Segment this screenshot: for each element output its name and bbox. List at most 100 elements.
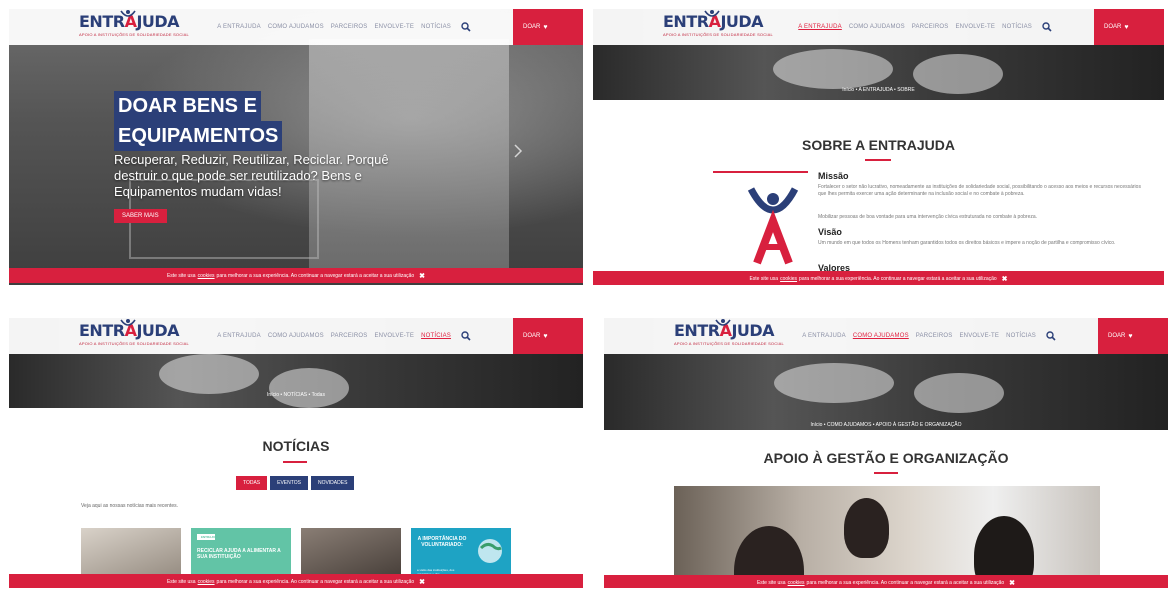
- donate-button[interactable]: DOAR ♥: [1098, 318, 1168, 354]
- hero-title: DOAR BENS E EQUIPAMENTOS: [114, 91, 283, 151]
- breadcrumb-current: SOBRE: [897, 87, 915, 93]
- nav-item-parceiros[interactable]: PARCEIROS: [912, 24, 949, 30]
- site-logo[interactable]: ENTRAJUDA APOIO A INSTITUIÇÕES DE SOLIDA…: [79, 10, 189, 43]
- search-icon[interactable]: [461, 331, 471, 341]
- cookie-suffix: para melhorar a sua experiência. Ao cont…: [216, 272, 415, 279]
- missao-text-2: Mobilizar pessoas de boa vontade para um…: [818, 214, 1038, 220]
- cookie-link[interactable]: cookies: [780, 276, 797, 282]
- site-logo[interactable]: ENTRAJUDA APOIO A INSTITUIÇÕES DE SOLIDA…: [674, 319, 784, 352]
- nav-item-noticias[interactable]: NOTÍCIAS: [421, 24, 451, 30]
- main-nav: A ENTRAJUDA COMO AJUDAMOS PARCEIROS ENVO…: [802, 318, 1056, 354]
- visao-heading: Visão: [818, 227, 842, 237]
- nav-item-como-ajudamos[interactable]: COMO AJUDAMOS: [268, 24, 324, 30]
- search-icon[interactable]: [1042, 22, 1052, 32]
- logo-tagline: APOIO A INSTITUIÇÕES DE SOLIDARIEDADE SO…: [663, 32, 773, 37]
- logo-figure-icon: [120, 319, 136, 326]
- entrajuda-figure-icon: [747, 187, 799, 265]
- close-icon[interactable]: ✖: [419, 578, 425, 586]
- globe-icon: [478, 539, 502, 563]
- nav-item-envolve-te[interactable]: ENVOLVE-TE: [374, 333, 414, 339]
- banner-blob: [269, 368, 349, 408]
- breadcrumb-section[interactable]: COMO AJUDAMOS: [827, 422, 871, 428]
- news-intro: Veja aqui as nossas notícias mais recent…: [81, 503, 178, 509]
- donate-button[interactable]: DOAR ♥: [1094, 9, 1164, 45]
- breadcrumb-section[interactable]: A ENTRAJUDA: [858, 87, 892, 93]
- cookie-suffix: para melhorar a sua experiência. Ao cont…: [806, 579, 1005, 586]
- missao-heading: Missão: [818, 171, 849, 181]
- cookie-prefix: Este site usa: [756, 579, 786, 586]
- heart-icon: ♥: [1124, 23, 1129, 31]
- nav-item-envolve-te[interactable]: ENVOLVE-TE: [959, 333, 999, 339]
- nav-item-entrajuda[interactable]: A ENTRAJUDA: [217, 24, 261, 30]
- tab-novidades[interactable]: NOVIDADES: [310, 476, 355, 490]
- nav-item-como-ajudamos[interactable]: COMO AJUDAMOS: [849, 24, 905, 30]
- nav-item-noticias[interactable]: NOTÍCIAS: [1002, 24, 1032, 30]
- nav-item-entrajuda[interactable]: A ENTRAJUDA: [217, 333, 261, 339]
- photo-person: [844, 498, 889, 558]
- donate-label: DOAR: [1108, 333, 1126, 339]
- logo-figure-icon: [120, 10, 136, 17]
- donate-label: DOAR: [523, 333, 541, 339]
- logo-tagline: APOIO A INSTITUIÇÕES DE SOLIDARIEDADE SO…: [674, 341, 784, 346]
- search-icon[interactable]: [461, 22, 471, 32]
- tab-todas[interactable]: TODAS: [236, 476, 268, 490]
- page-title: APOIO À GESTÃO E ORGANIZAÇÃO: [763, 450, 1009, 466]
- nav-item-entrajuda[interactable]: A ENTRAJUDA: [798, 24, 842, 30]
- nav-item-como-ajudamos[interactable]: COMO AJUDAMOS: [853, 333, 909, 339]
- chevron-right-icon[interactable]: [513, 144, 523, 158]
- nav-item-envolve-te[interactable]: ENVOLVE-TE: [955, 24, 995, 30]
- close-icon[interactable]: ✖: [1002, 275, 1008, 283]
- donate-button[interactable]: DOAR ♥: [513, 318, 583, 354]
- banner-blob: [159, 354, 259, 394]
- hero-text: Recuperar, Reduzir, Reutilizar, Reciclar…: [114, 152, 389, 199]
- panel-apoio-gestao: ENTRAJUDA APOIO A INSTITUIÇÕES DE SOLIDA…: [604, 318, 1168, 588]
- nav-item-entrajuda[interactable]: A ENTRAJUDA: [802, 333, 846, 339]
- breadcrumb-home[interactable]: Início: [810, 422, 822, 428]
- card-title: RECICLAR AJUDA A ALIMENTAR A SUA INSTITU…: [197, 548, 281, 560]
- cookie-link[interactable]: cookies: [198, 579, 215, 585]
- search-icon[interactable]: [1046, 331, 1056, 341]
- panel-noticias: ENTRAJUDA APOIO A INSTITUIÇÕES DE SOLIDA…: [9, 318, 583, 588]
- nav-item-noticias[interactable]: NOTÍCIAS: [1006, 333, 1036, 339]
- cookie-bar: Este site usa cookies para melhorar a su…: [9, 574, 583, 588]
- cookie-prefix: Este site usa: [166, 578, 196, 585]
- breadcrumb: Início • A ENTRAJUDA • SOBRE: [842, 87, 915, 93]
- nav-item-envolve-te[interactable]: ENVOLVE-TE: [374, 24, 414, 30]
- close-icon[interactable]: ✖: [419, 272, 425, 280]
- cookie-bar: Este site usa cookies para melhorar a su…: [9, 268, 583, 283]
- breadcrumb-home[interactable]: Início: [842, 87, 854, 93]
- main-nav: A ENTRAJUDA COMO AJUDAMOS PARCEIROS ENVO…: [217, 318, 471, 354]
- site-logo[interactable]: ENTRAJUDA APOIO A INSTITUIÇÕES DE SOLIDA…: [79, 319, 189, 352]
- breadcrumb-home[interactable]: Início: [267, 392, 279, 398]
- title-underline: [865, 159, 891, 161]
- page-title: NOTÍCIAS: [262, 438, 330, 454]
- breadcrumb-section[interactable]: NOTÍCIAS: [284, 392, 308, 398]
- tab-eventos[interactable]: EVENTOS: [270, 476, 308, 490]
- decor-line: [713, 171, 808, 173]
- breadcrumb-current: APOIO À GESTÃO E ORGANIZAÇÃO: [875, 422, 962, 428]
- page-title: SOBRE A ENTRAJUDA: [802, 137, 955, 153]
- banner-blob: [914, 373, 1004, 413]
- cookie-link[interactable]: cookies: [788, 580, 805, 586]
- saber-mais-button[interactable]: SABER MAIS: [114, 209, 167, 223]
- cookie-prefix: Este site usa: [749, 275, 779, 282]
- cookie-bar: Este site usa cookies para melhorar a su…: [604, 575, 1168, 588]
- site-header: ENTRAJUDA APOIO A INSTITUIÇÕES DE SOLIDA…: [604, 318, 1168, 354]
- site-logo[interactable]: ENTRAJUDA APOIO A INSTITUIÇÕES DE SOLIDA…: [663, 10, 773, 43]
- heart-icon: ♥: [1128, 332, 1133, 340]
- panel-sobre: ENTRAJUDA APOIO A INSTITUIÇÕES DE SOLIDA…: [593, 9, 1164, 285]
- donate-button[interactable]: DOAR ♥: [513, 9, 583, 45]
- nav-item-parceiros[interactable]: PARCEIROS: [331, 333, 368, 339]
- heart-icon: ♥: [543, 332, 548, 340]
- nav-item-como-ajudamos[interactable]: COMO AJUDAMOS: [268, 333, 324, 339]
- nav-item-parceiros[interactable]: PARCEIROS: [916, 333, 953, 339]
- screenshot-grid: ENTRAJUDA APOIO A INSTITUIÇÕES DE SOLIDA…: [0, 0, 1173, 590]
- cookie-link[interactable]: cookies: [198, 273, 215, 279]
- logo-tagline: APOIO A INSTITUIÇÕES DE SOLIDARIEDADE SO…: [79, 341, 189, 346]
- hero-title-line2: EQUIPAMENTOS: [114, 121, 283, 151]
- logo-figure-icon: [704, 10, 720, 17]
- nav-item-noticias[interactable]: NOTÍCIAS: [421, 333, 451, 339]
- close-icon[interactable]: ✖: [1009, 579, 1015, 587]
- site-header: ENTRAJUDA APOIO A INSTITUIÇÕES DE SOLIDA…: [9, 318, 583, 354]
- nav-item-parceiros[interactable]: PARCEIROS: [331, 24, 368, 30]
